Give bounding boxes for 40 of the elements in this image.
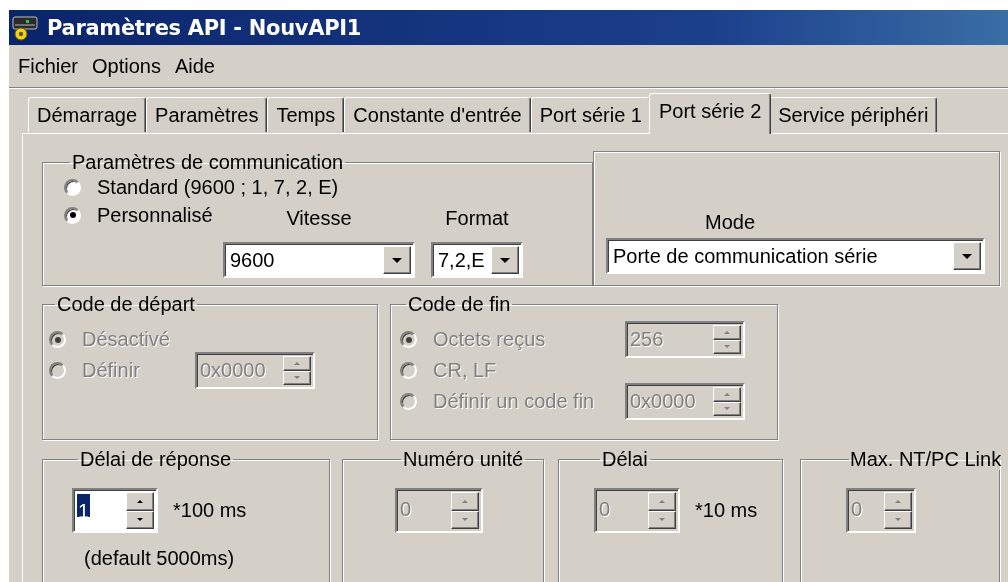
- group-title: Délai de réponse: [79, 448, 233, 470]
- radio-button[interactable]: [64, 178, 81, 196]
- tab[interactable]: Port série 2: [649, 93, 772, 134]
- radio-label: Définir un code fin: [433, 390, 595, 413]
- dropdown-arrow-button[interactable]: [953, 242, 981, 270]
- dropdown[interactable]: Porte de communication série: [606, 238, 985, 274]
- group-title: Code de départ: [56, 293, 196, 315]
- window-title: Paramètres API - NouvAPI1: [47, 15, 362, 40]
- dropdown-arrow-button[interactable]: [491, 246, 519, 274]
- app-icon: [12, 14, 40, 41]
- tab[interactable]: Démarrage: [28, 97, 147, 132]
- group-title: Code de fin: [407, 293, 512, 315]
- dropdown[interactable]: 7,2,E: [431, 242, 523, 278]
- group-title: Paramètres de communication: [71, 151, 345, 173]
- unit-label: *100 ms: [173, 499, 247, 522]
- menu-item[interactable]: Aide: [167, 52, 222, 80]
- spin-up-button[interactable]: [126, 492, 154, 511]
- note-text: (default 5000ms): [84, 547, 236, 570]
- radio-label: Standard (9600 ; 1, 7, 2, E): [97, 175, 339, 199]
- menu-item[interactable]: Options: [85, 52, 168, 80]
- dropdown[interactable]: 9600: [223, 242, 415, 278]
- group-title: Numéro unité: [402, 448, 525, 470]
- tab[interactable]: Temps: [267, 97, 345, 132]
- menu-item[interactable]: Fichier: [11, 52, 85, 80]
- field-label: Mode: [704, 211, 757, 234]
- unit-label: *10 ms: [695, 499, 758, 522]
- radio-label: Personnalisé: [97, 203, 213, 227]
- field-label: Format: [445, 206, 509, 230]
- radio-label: Octets reçus: [433, 328, 546, 351]
- field-label: Vitesse: [286, 206, 352, 230]
- tab[interactable]: Constante d'entrée: [344, 97, 531, 132]
- radio-label: Définir: [82, 359, 140, 382]
- tab[interactable]: Paramètres: [146, 97, 268, 132]
- group-title: Max. NT/PC Link: [849, 448, 1003, 470]
- group-title: Délai: [601, 448, 649, 470]
- radio-label: Désactivé: [82, 328, 170, 351]
- radio-label: CR, LF: [433, 359, 497, 382]
- tab[interactable]: Service périphéri: [769, 97, 938, 132]
- dropdown-arrow-button[interactable]: [383, 246, 411, 274]
- radio-button[interactable]: [64, 206, 81, 224]
